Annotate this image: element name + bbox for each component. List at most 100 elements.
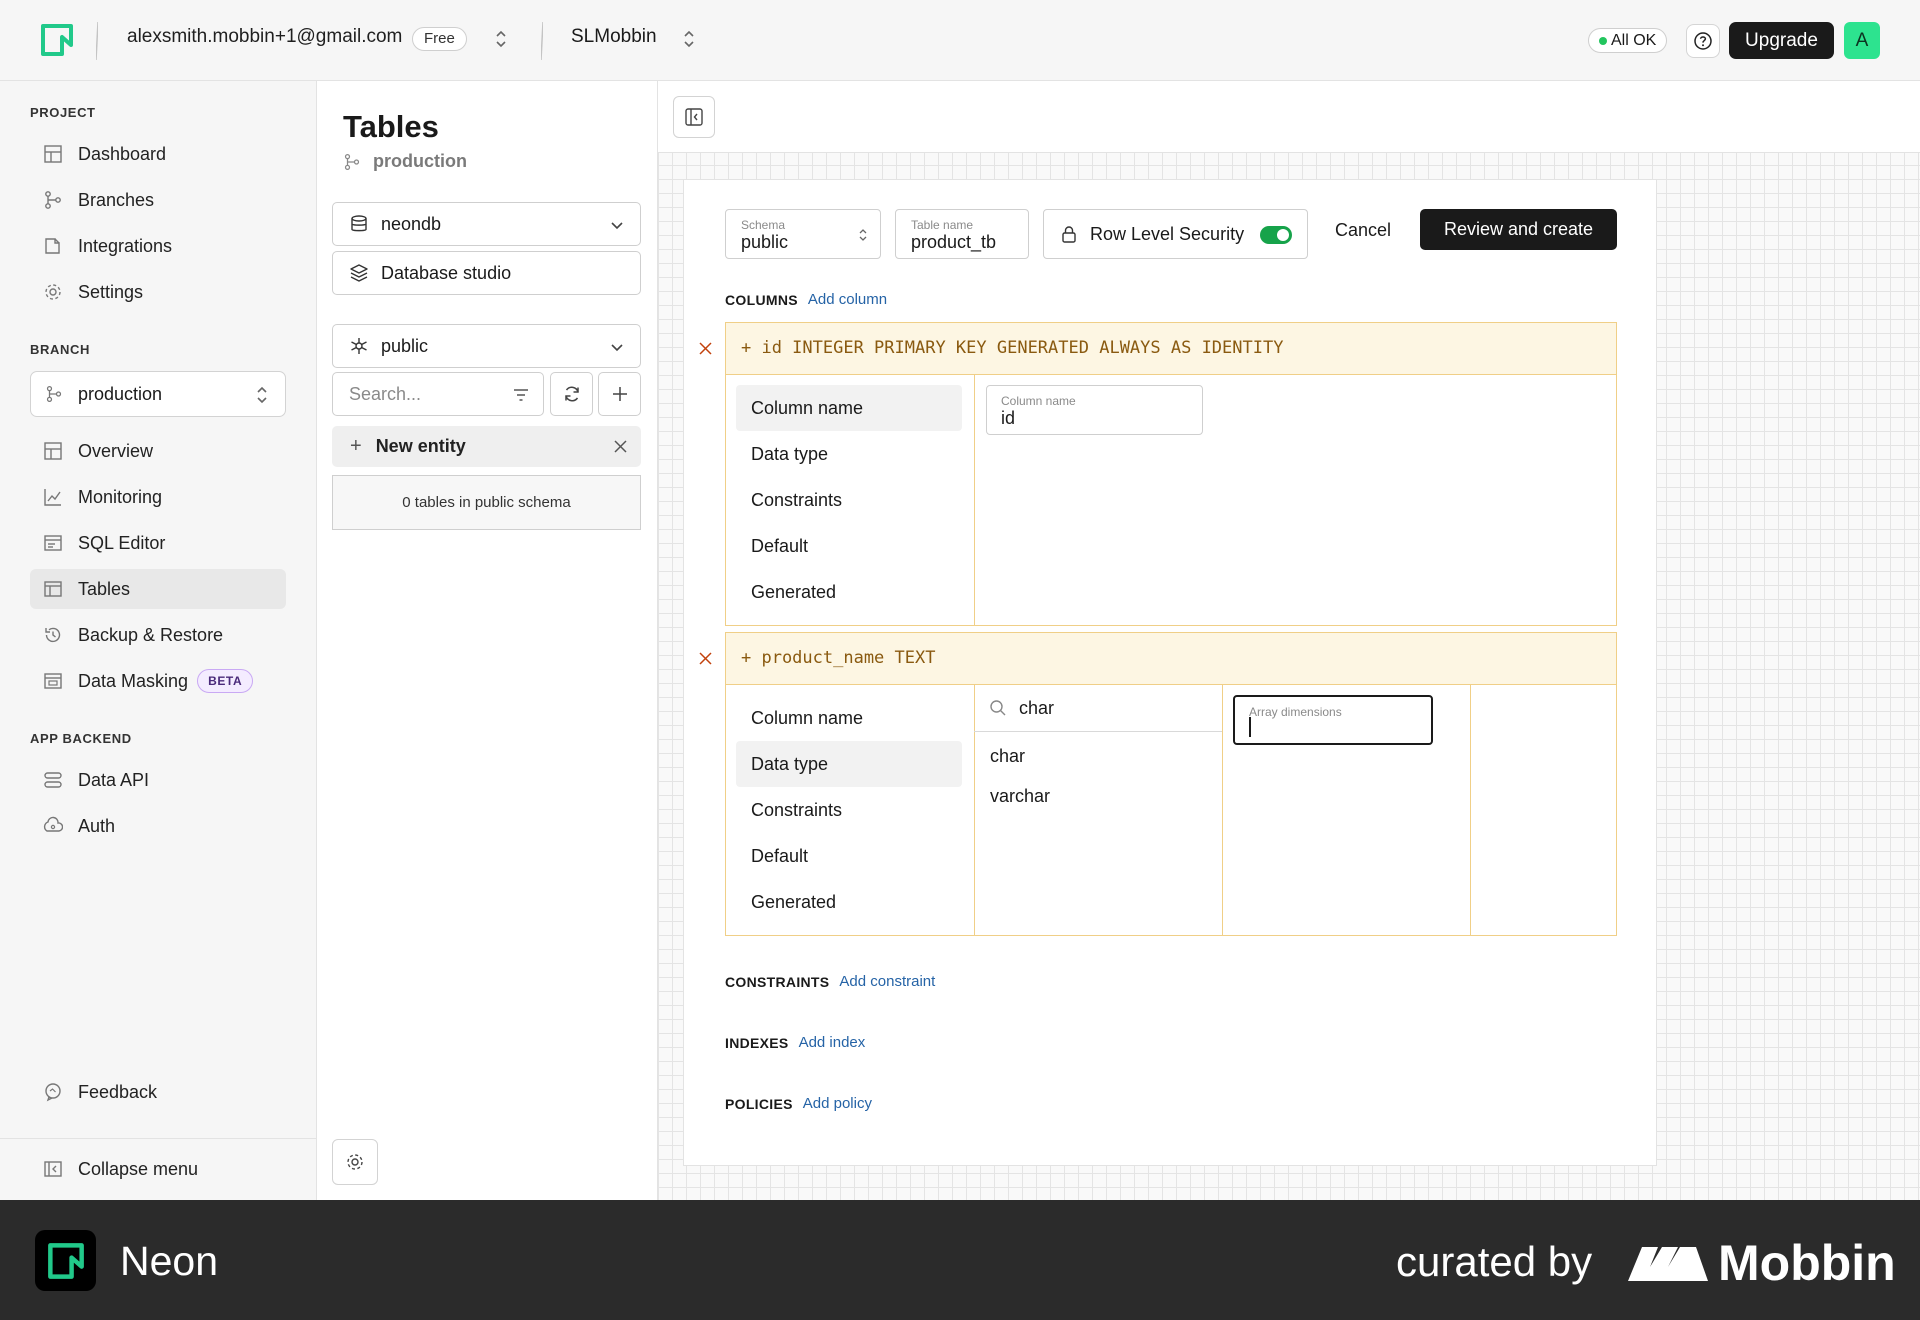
database-studio-button[interactable]: Database studio xyxy=(332,251,641,295)
status-badge[interactable]: All OK xyxy=(1588,28,1668,53)
add-index-link[interactable]: Add index xyxy=(799,1034,866,1051)
sidebar-item-settings[interactable]: Settings xyxy=(30,272,286,312)
add-policy-link[interactable]: Add policy xyxy=(803,1095,872,1112)
sidebar-item-auth[interactable]: Auth xyxy=(30,806,286,846)
sidebar-item-data-api[interactable]: Data API xyxy=(30,760,286,800)
divider xyxy=(974,375,975,625)
field-label: Schema xyxy=(741,218,786,232)
toggle-panel-button[interactable] xyxy=(673,96,715,138)
account-email[interactable]: alexsmith.mobbin+1@gmail.com xyxy=(127,26,402,48)
project-switch-icon[interactable] xyxy=(682,27,696,51)
divider xyxy=(0,1138,316,1139)
footer-banner: Neon curated by Mobbin xyxy=(0,1200,1920,1320)
branch-selector[interactable]: production xyxy=(30,371,286,417)
sidebar-item-label: Branches xyxy=(78,189,155,210)
neon-logo-icon xyxy=(35,1230,96,1291)
refresh-button[interactable] xyxy=(550,372,593,416)
page-title: Tables xyxy=(343,109,439,144)
editor-canvas: Schema public Table name product_tb Row … xyxy=(658,81,1920,1200)
review-and-create-button[interactable]: Review and create xyxy=(1420,209,1617,250)
chevron-down-icon xyxy=(611,222,623,230)
new-entity-label: New entity xyxy=(375,436,466,456)
schema-field[interactable]: Schema public xyxy=(725,209,881,259)
lock-icon xyxy=(1062,226,1076,243)
remove-column-icon[interactable] xyxy=(698,341,713,356)
search-placeholder: Search... xyxy=(349,384,422,404)
sidebar-item-dashboard[interactable]: Dashboard xyxy=(30,134,286,174)
database-select[interactable]: neondb xyxy=(332,202,641,246)
history-icon xyxy=(45,627,61,643)
collapse-menu-button[interactable]: Collapse menu xyxy=(30,1149,286,1189)
row-level-security-toggle[interactable]: Row Level Security xyxy=(1043,209,1308,259)
add-constraint-link[interactable]: Add constraint xyxy=(839,973,935,990)
tab-column-name[interactable]: Column name xyxy=(736,385,962,431)
panel-settings-button[interactable] xyxy=(332,1139,378,1185)
tab-generated[interactable]: Generated xyxy=(736,879,962,925)
plan-badge: Free xyxy=(412,27,467,51)
neon-logo-icon[interactable] xyxy=(40,23,74,57)
sidebar-item-label: Monitoring xyxy=(78,486,163,507)
section-app-backend: APP BACKEND xyxy=(30,731,132,746)
feedback-button[interactable]: Feedback xyxy=(30,1072,286,1112)
feedback-label: Feedback xyxy=(78,1081,158,1102)
tab-data-type[interactable]: Data type xyxy=(736,741,962,787)
tab-generated[interactable]: Generated xyxy=(736,569,962,615)
tab-constraints[interactable]: Constraints xyxy=(736,787,962,833)
branches-icon xyxy=(46,385,62,403)
sidebar-item-data-masking[interactable]: Data Masking BETA xyxy=(30,661,286,701)
footer-curated: curated by xyxy=(1396,1238,1593,1285)
account-switch-icon[interactable] xyxy=(494,27,508,51)
new-entity-item[interactable]: + New entity xyxy=(332,426,641,467)
sidebar-item-sql-editor[interactable]: SQL Editor xyxy=(30,523,286,563)
type-option-char[interactable]: char xyxy=(990,746,1025,767)
column-definition: + id INTEGER PRIMARY KEY GENERATED ALWAY… xyxy=(726,323,1616,375)
sidebar-item-integrations[interactable]: Integrations xyxy=(30,226,286,266)
column-body: Column name Data type Constraints Defaul… xyxy=(726,685,1616,935)
sidebar-item-label: Overview xyxy=(78,440,154,461)
sidebar-item-backup-restore[interactable]: Backup & Restore xyxy=(30,615,286,655)
divider xyxy=(1470,685,1471,935)
sidebar-item-monitoring[interactable]: Monitoring xyxy=(30,477,286,517)
chevron-updown-icon xyxy=(257,386,267,404)
constraints-section: CONSTRAINTS Add constraint xyxy=(725,973,935,990)
sql-editor-icon xyxy=(44,535,62,551)
filter-icon[interactable] xyxy=(511,385,531,405)
mobbin-wordmark: Mobbin xyxy=(1718,1235,1896,1291)
add-table-button[interactable] xyxy=(598,372,641,416)
schema-select[interactable]: public xyxy=(332,324,641,368)
table-name-field[interactable]: Table name product_tb xyxy=(895,209,1029,259)
avatar[interactable]: A xyxy=(1844,22,1880,59)
field-value: id xyxy=(1001,408,1016,428)
upgrade-button[interactable]: Upgrade xyxy=(1729,22,1834,59)
close-icon[interactable] xyxy=(613,439,628,454)
tab-default[interactable]: Default xyxy=(736,523,962,569)
search-icon xyxy=(990,700,1006,716)
rls-switch[interactable] xyxy=(1260,226,1292,244)
sidebar-item-label: Data Masking xyxy=(78,670,189,691)
branches-icon xyxy=(344,153,360,170)
cancel-button[interactable]: Cancel xyxy=(1335,220,1391,241)
type-option-varchar[interactable]: varchar xyxy=(990,786,1050,807)
tab-data-type[interactable]: Data type xyxy=(736,431,962,477)
field-label: Table name xyxy=(911,218,974,232)
sidebar-item-branches[interactable]: Branches xyxy=(30,180,286,220)
type-search-input[interactable]: char xyxy=(974,685,1222,732)
help-button[interactable] xyxy=(1686,24,1720,58)
tables-panel: Tables production neondb Database studio… xyxy=(317,81,658,1200)
search-input[interactable]: Search... xyxy=(332,372,544,416)
tab-constraints[interactable]: Constraints xyxy=(736,477,962,523)
tab-column-name[interactable]: Column name xyxy=(736,695,962,741)
column-name-input[interactable]: Column name id xyxy=(986,385,1203,435)
add-column-link[interactable]: Add column xyxy=(808,291,887,308)
remove-column-icon[interactable] xyxy=(698,651,713,666)
tab-default[interactable]: Default xyxy=(736,833,962,879)
sidebar-item-overview[interactable]: Overview xyxy=(30,431,286,471)
sidebar-item-tables[interactable]: Tables xyxy=(30,569,286,609)
array-dimensions-input[interactable]: Array dimensions xyxy=(1233,695,1433,745)
section-branch: BRANCH xyxy=(30,342,90,357)
project-name[interactable]: SLMobbin xyxy=(571,26,657,48)
field-label: Array dimensions xyxy=(1249,705,1342,719)
rls-label: Row Level Security xyxy=(1090,223,1245,244)
column-definition: + product_name TEXT xyxy=(726,633,1616,685)
sidebar-item-label: Integrations xyxy=(78,235,173,256)
